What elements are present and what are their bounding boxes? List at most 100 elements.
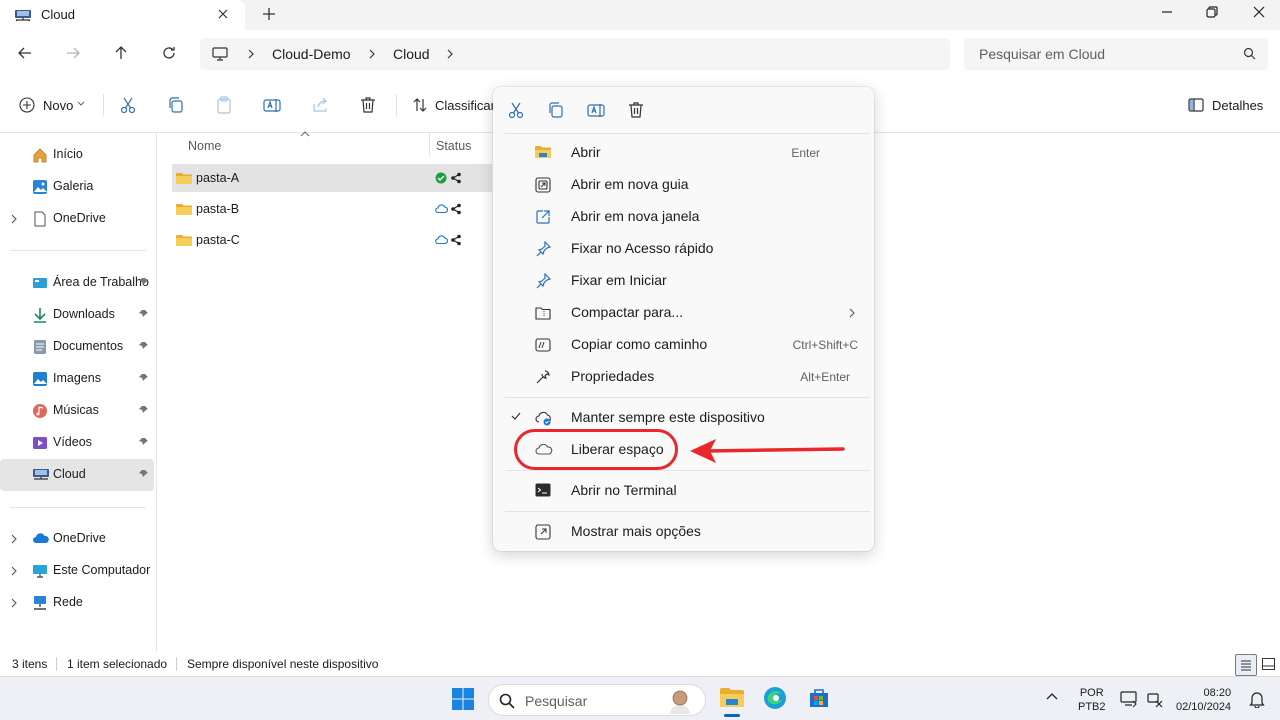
sidebar-item-onedrive[interactable]: OneDrive [0, 523, 154, 555]
menu-item-copiar-caminho[interactable]: Copiar como caminho Ctrl+Shift+C [501, 330, 866, 360]
details-view-button[interactable] [1235, 654, 1257, 676]
pin-icon[interactable] [139, 469, 149, 479]
rename-icon[interactable] [587, 101, 605, 119]
display-monitor-icon[interactable] [1120, 690, 1138, 708]
file-row-pasta-c[interactable]: pasta-C [172, 226, 492, 254]
network-folder-icon [14, 8, 32, 22]
toolbar-divider [103, 94, 104, 116]
menu-item-fixar-iniciar[interactable]: Fixar em Iniciar [501, 266, 866, 296]
new-tab-icon[interactable] [262, 7, 276, 21]
cut-icon[interactable] [508, 101, 524, 119]
pin-icon[interactable] [139, 277, 149, 287]
sidebar-item-cloud[interactable]: Cloud [0, 459, 154, 491]
menu-item-fixar-acesso-rapido[interactable]: Fixar no Acesso rápido [501, 234, 866, 264]
pin-icon[interactable] [139, 309, 149, 319]
pin-icon[interactable] [139, 405, 149, 415]
sort-button-label: Classificar [435, 98, 495, 113]
language-indicator[interactable]: POR PTB2 [1078, 686, 1106, 714]
forward-icon[interactable] [65, 45, 81, 61]
delete-icon[interactable] [627, 101, 645, 119]
breadcrumb-cloud[interactable]: Cloud [393, 46, 430, 62]
sidebar-item-label: Galeria [53, 179, 94, 193]
column-header-status[interactable]: Status [436, 139, 471, 153]
chevron-right-icon[interactable] [246, 48, 256, 60]
close-window-icon[interactable] [1252, 5, 1266, 19]
menu-item-propriedades[interactable]: Propriedades Alt+Enter [501, 362, 866, 392]
share-icon[interactable] [311, 96, 329, 114]
terminal-icon [535, 483, 551, 497]
pin-icon[interactable] [139, 373, 149, 383]
menu-item-mais-opcoes[interactable]: Mostrar mais opções [501, 517, 866, 547]
chevron-right-icon[interactable] [10, 534, 18, 544]
breadcrumb-cloud-demo[interactable]: Cloud-Demo [272, 46, 351, 62]
refresh-icon[interactable] [161, 45, 177, 61]
network-status-icon[interactable] [1146, 691, 1164, 709]
chevron-right-icon[interactable] [10, 566, 18, 576]
menu-item-abrir-terminal[interactable]: Abrir no Terminal [501, 476, 866, 506]
sidebar-item-label: Cloud [53, 467, 86, 481]
menu-item-label: Abrir em nova janela [571, 208, 700, 224]
address-field[interactable]: Cloud-Demo Cloud [200, 38, 950, 70]
edge-browser-icon[interactable] [763, 686, 787, 710]
restore-icon[interactable] [1205, 5, 1219, 19]
taskbar-search[interactable]: Pesquisar [488, 684, 706, 716]
chevron-right-icon [849, 308, 856, 318]
file-row-pasta-b[interactable]: pasta-B [172, 195, 492, 223]
windows-start-icon[interactable] [452, 688, 474, 710]
chevron-right-icon[interactable] [10, 598, 18, 608]
sidebar-item-este-computador[interactable]: Este Computador [0, 555, 154, 587]
sidebar-item-inicio[interactable]: Início [0, 139, 154, 171]
sidebar-item-galeria[interactable]: Galeria [0, 171, 154, 203]
sidebar-item-rede[interactable]: Rede [0, 587, 154, 619]
annotation-arrow [686, 436, 846, 466]
close-tab-icon[interactable] [216, 7, 230, 21]
details-pane-icon [1188, 98, 1204, 112]
sidebar-item-videos[interactable]: Vídeos [0, 427, 154, 459]
file-explorer-app-icon[interactable] [719, 686, 745, 710]
rename-icon[interactable] [263, 96, 281, 114]
file-row-pasta-a[interactable]: pasta-A [172, 164, 492, 192]
sidebar-item-imagens[interactable]: Imagens [0, 363, 154, 395]
search-icon [499, 693, 515, 709]
sidebar-item-downloads[interactable]: Downloads [0, 299, 154, 331]
menu-item-compactar[interactable]: Compactar para... [501, 298, 866, 328]
up-icon[interactable] [113, 45, 129, 61]
chevron-right-icon[interactable] [10, 214, 18, 224]
home-icon [32, 147, 48, 163]
active-app-indicator [724, 714, 740, 717]
delete-icon[interactable] [359, 96, 377, 114]
column-header-name[interactable]: Nome [188, 139, 221, 153]
keyboard-layout: PTB2 [1078, 701, 1106, 713]
menu-item-abrir-nova-guia[interactable]: Abrir em nova guia [501, 170, 866, 200]
chevron-right-icon[interactable] [445, 48, 455, 60]
paste-icon[interactable] [215, 96, 233, 114]
notification-bell-icon[interactable] [1249, 690, 1265, 708]
copy-icon[interactable] [167, 96, 185, 114]
search-box[interactable]: Pesquisar em Cloud [964, 38, 1268, 70]
search-highlight-avatar-icon [667, 688, 693, 714]
sidebar-item-onedrive-file[interactable]: OneDrive [0, 203, 154, 235]
sidebar-item-musicas[interactable]: Músicas [0, 395, 154, 427]
menu-item-label: Fixar em Iniciar [571, 272, 667, 288]
shared-icon [450, 234, 462, 246]
copy-icon[interactable] [548, 101, 564, 119]
tab-cloud[interactable]: Cloud [0, 0, 245, 30]
cut-icon[interactable] [119, 96, 137, 114]
menu-item-label: Abrir no Terminal [571, 482, 677, 498]
menu-item-abrir[interactable]: Abrir Enter [501, 138, 866, 168]
sidebar-item-desktop[interactable]: Área de Trabalho [0, 267, 154, 299]
pin-icon[interactable] [139, 437, 149, 447]
back-icon[interactable] [17, 45, 33, 61]
chevron-up-icon[interactable] [1046, 692, 1058, 700]
pin-icon[interactable] [139, 341, 149, 351]
minimize-icon[interactable] [1160, 5, 1174, 19]
clock-time: 08:20 [1203, 687, 1232, 699]
sidebar-item-documentos[interactable]: Documentos [0, 331, 154, 363]
tiles-view-button[interactable] [1262, 658, 1275, 670]
chevron-right-icon[interactable] [367, 48, 377, 60]
menu-item-abrir-nova-janela[interactable]: Abrir em nova janela [501, 202, 866, 232]
microsoft-store-icon[interactable] [807, 686, 831, 710]
system-clock[interactable]: 08:20 02/10/2024 [1176, 686, 1231, 714]
menu-divider [505, 133, 870, 134]
column-divider[interactable] [429, 133, 430, 157]
